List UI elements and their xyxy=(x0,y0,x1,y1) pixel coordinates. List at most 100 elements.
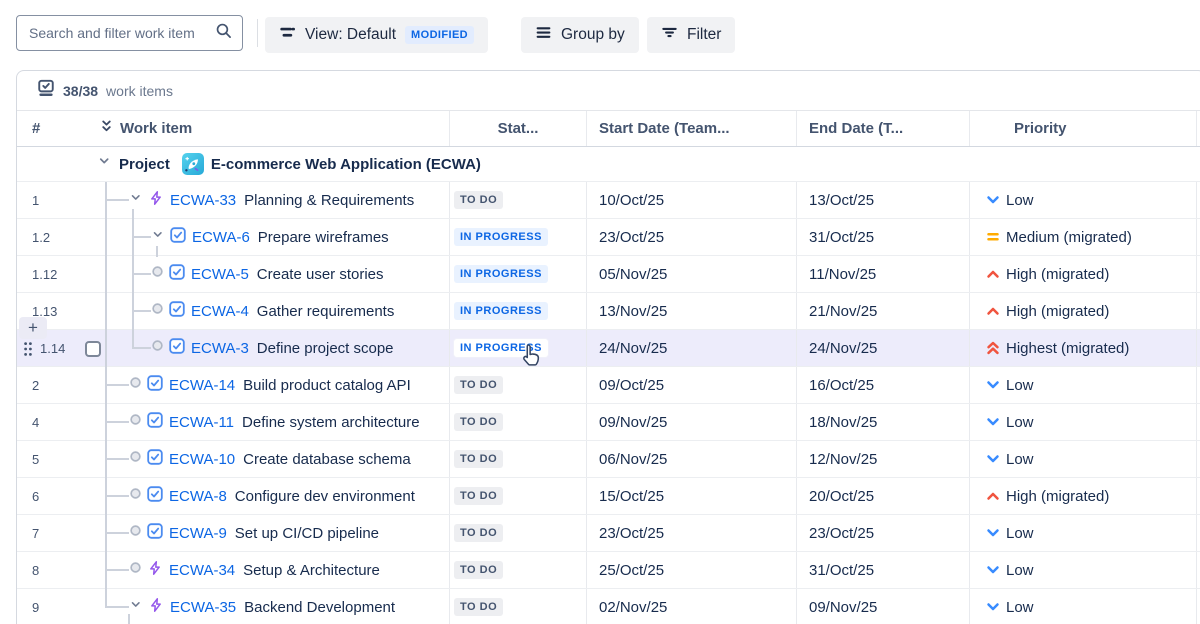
table-row[interactable]: 4ECWA-11Define system architectureTO DO0… xyxy=(17,404,1200,441)
work-item-key-link[interactable]: ECWA-4 xyxy=(191,303,249,320)
work-item-summary[interactable]: Setup & Architecture xyxy=(243,562,380,579)
work-item-key-link[interactable]: ECWA-34 xyxy=(169,562,235,579)
status-badge[interactable]: TO DO xyxy=(454,487,503,505)
table-row[interactable]: 1.2ECWA-6Prepare wireframesIN PROGRESS23… xyxy=(17,219,1200,256)
priority-cell[interactable]: High (migrated) xyxy=(969,478,1196,514)
work-item-summary[interactable]: Set up CI/CD pipeline xyxy=(235,525,379,542)
status-cell[interactable]: IN PROGRESS xyxy=(449,293,586,329)
work-item-key-link[interactable]: ECWA-9 xyxy=(169,525,227,542)
status-badge[interactable]: IN PROGRESS xyxy=(454,302,548,320)
status-cell[interactable]: TO DO xyxy=(449,515,586,551)
work-item-summary[interactable]: Define project scope xyxy=(257,340,394,357)
work-item-key-link[interactable]: ECWA-6 xyxy=(192,229,250,246)
work-item-key-link[interactable]: ECWA-3 xyxy=(191,340,249,357)
search-box[interactable] xyxy=(16,15,243,51)
table-row[interactable]: 7ECWA-9Set up CI/CD pipelineTO DO23/Oct/… xyxy=(17,515,1200,552)
end-date-cell[interactable]: 12/Nov/25 xyxy=(796,441,969,477)
work-item-key-link[interactable]: ECWA-14 xyxy=(169,377,235,394)
work-item-key-link[interactable]: ECWA-10 xyxy=(169,451,235,468)
priority-cell[interactable]: Medium (migrated) xyxy=(969,219,1196,255)
table-row[interactable]: 1.14ECWA-3Define project scopeIN PROGRES… xyxy=(17,330,1200,367)
start-date-cell[interactable]: 02/Nov/25 xyxy=(586,589,796,624)
end-date-cell[interactable]: 16/Oct/25 xyxy=(796,367,969,403)
priority-cell[interactable]: High (migrated) xyxy=(969,256,1196,292)
status-badge[interactable]: IN PROGRESS xyxy=(454,339,548,357)
table-row[interactable]: 2ECWA-14Build product catalog APITO DO09… xyxy=(17,367,1200,404)
group-by-button[interactable]: Group by xyxy=(521,17,639,53)
start-date-cell[interactable]: 10/Oct/25 xyxy=(586,182,796,218)
end-date-cell[interactable]: 20/Oct/25 xyxy=(796,478,969,514)
work-item-key-link[interactable]: ECWA-8 xyxy=(169,488,227,505)
status-cell[interactable]: TO DO xyxy=(449,367,586,403)
work-item-key-link[interactable]: ECWA-33 xyxy=(170,192,236,209)
collapse-all-icon[interactable] xyxy=(99,119,114,138)
column-header-start-date[interactable]: Start Date (Team... xyxy=(586,111,796,146)
status-badge[interactable]: TO DO xyxy=(454,376,503,394)
start-date-cell[interactable]: 15/Oct/25 xyxy=(586,478,796,514)
table-row[interactable]: 1.12ECWA-5Create user storiesIN PROGRESS… xyxy=(17,256,1200,293)
search-input[interactable] xyxy=(29,25,215,41)
work-item-summary[interactable]: Create user stories xyxy=(257,266,384,283)
status-cell[interactable]: IN PROGRESS xyxy=(449,219,586,255)
end-date-cell[interactable]: 13/Oct/25 xyxy=(796,182,969,218)
start-date-cell[interactable]: 23/Oct/25 xyxy=(586,219,796,255)
table-row[interactable]: 1.13ECWA-4Gather requirementsIN PROGRESS… xyxy=(17,293,1200,330)
work-item-key-link[interactable]: ECWA-35 xyxy=(170,599,236,616)
status-cell[interactable]: TO DO xyxy=(449,478,586,514)
work-item-summary[interactable]: Create database schema xyxy=(243,451,411,468)
status-badge[interactable]: TO DO xyxy=(454,450,503,468)
work-item-summary[interactable]: Backend Development xyxy=(244,599,395,616)
add-row-button[interactable]: + xyxy=(19,317,47,339)
column-header-end-date[interactable]: End Date (T... xyxy=(796,111,969,146)
status-cell[interactable]: TO DO xyxy=(449,589,586,624)
end-date-cell[interactable]: 11/Nov/25 xyxy=(796,256,969,292)
status-badge[interactable]: TO DO xyxy=(454,598,503,616)
end-date-cell[interactable]: 18/Nov/25 xyxy=(796,404,969,440)
column-header-status[interactable]: Stat... xyxy=(449,111,586,146)
status-badge[interactable]: TO DO xyxy=(454,561,503,579)
table-row[interactable]: 6ECWA-8Configure dev environmentTO DO15/… xyxy=(17,478,1200,515)
start-date-cell[interactable]: 23/Oct/25 xyxy=(586,515,796,551)
work-item-summary[interactable]: Gather requirements xyxy=(257,303,395,320)
start-date-cell[interactable]: 24/Nov/25 xyxy=(586,330,796,366)
work-item-key-link[interactable]: ECWA-5 xyxy=(191,266,249,283)
end-date-cell[interactable]: 31/Oct/25 xyxy=(796,552,969,588)
project-group-row[interactable]: Project E-commerce Web Application (ECWA… xyxy=(17,147,1200,182)
work-item-summary[interactable]: Build product catalog API xyxy=(243,377,411,394)
work-item-summary[interactable]: Configure dev environment xyxy=(235,488,415,505)
status-badge[interactable]: TO DO xyxy=(454,524,503,542)
table-row[interactable]: 5ECWA-10Create database schemaTO DO06/No… xyxy=(17,441,1200,478)
status-cell[interactable]: IN PROGRESS xyxy=(449,256,586,292)
start-date-cell[interactable]: 09/Nov/25 xyxy=(586,404,796,440)
expander-chevron-down-icon[interactable] xyxy=(151,228,165,247)
table-row[interactable]: 8ECWA-34Setup & ArchitectureTO DO25/Oct/… xyxy=(17,552,1200,589)
priority-cell[interactable]: Low xyxy=(969,404,1196,440)
end-date-cell[interactable]: 24/Nov/25 xyxy=(796,330,969,366)
start-date-cell[interactable]: 25/Oct/25 xyxy=(586,552,796,588)
expander-chevron-down-icon[interactable] xyxy=(129,191,143,210)
status-badge[interactable]: TO DO xyxy=(454,413,503,431)
table-row[interactable]: 1ECWA-33Planning & RequirementsTO DO10/O… xyxy=(17,182,1200,219)
expander-chevron-down-icon[interactable] xyxy=(129,598,143,617)
priority-cell[interactable]: Low xyxy=(969,367,1196,403)
status-badge[interactable]: IN PROGRESS xyxy=(454,265,548,283)
table-row[interactable]: 9ECWA-35Backend DevelopmentTO DO02/Nov/2… xyxy=(17,589,1200,624)
column-header-work-item[interactable]: Work item xyxy=(97,111,449,146)
work-item-key-link[interactable]: ECWA-11 xyxy=(169,414,234,431)
status-cell[interactable]: TO DO xyxy=(449,182,586,218)
work-item-summary[interactable]: Define system architecture xyxy=(242,414,420,431)
end-date-cell[interactable]: 23/Oct/25 xyxy=(796,515,969,551)
end-date-cell[interactable]: 31/Oct/25 xyxy=(796,219,969,255)
start-date-cell[interactable]: 13/Nov/25 xyxy=(586,293,796,329)
priority-cell[interactable]: Low xyxy=(969,441,1196,477)
view-default-button[interactable]: View: Default MODIFIED xyxy=(265,17,488,53)
status-badge[interactable]: IN PROGRESS xyxy=(454,228,548,246)
row-select-checkbox[interactable] xyxy=(85,341,101,357)
status-cell[interactable]: TO DO xyxy=(449,404,586,440)
priority-cell[interactable]: Low xyxy=(969,552,1196,588)
status-cell[interactable]: TO DO xyxy=(449,441,586,477)
end-date-cell[interactable]: 21/Nov/25 xyxy=(796,293,969,329)
column-header-priority[interactable]: Priority xyxy=(969,111,1196,146)
status-cell[interactable]: TO DO xyxy=(449,552,586,588)
project-expand-chevron-icon[interactable] xyxy=(97,154,112,174)
